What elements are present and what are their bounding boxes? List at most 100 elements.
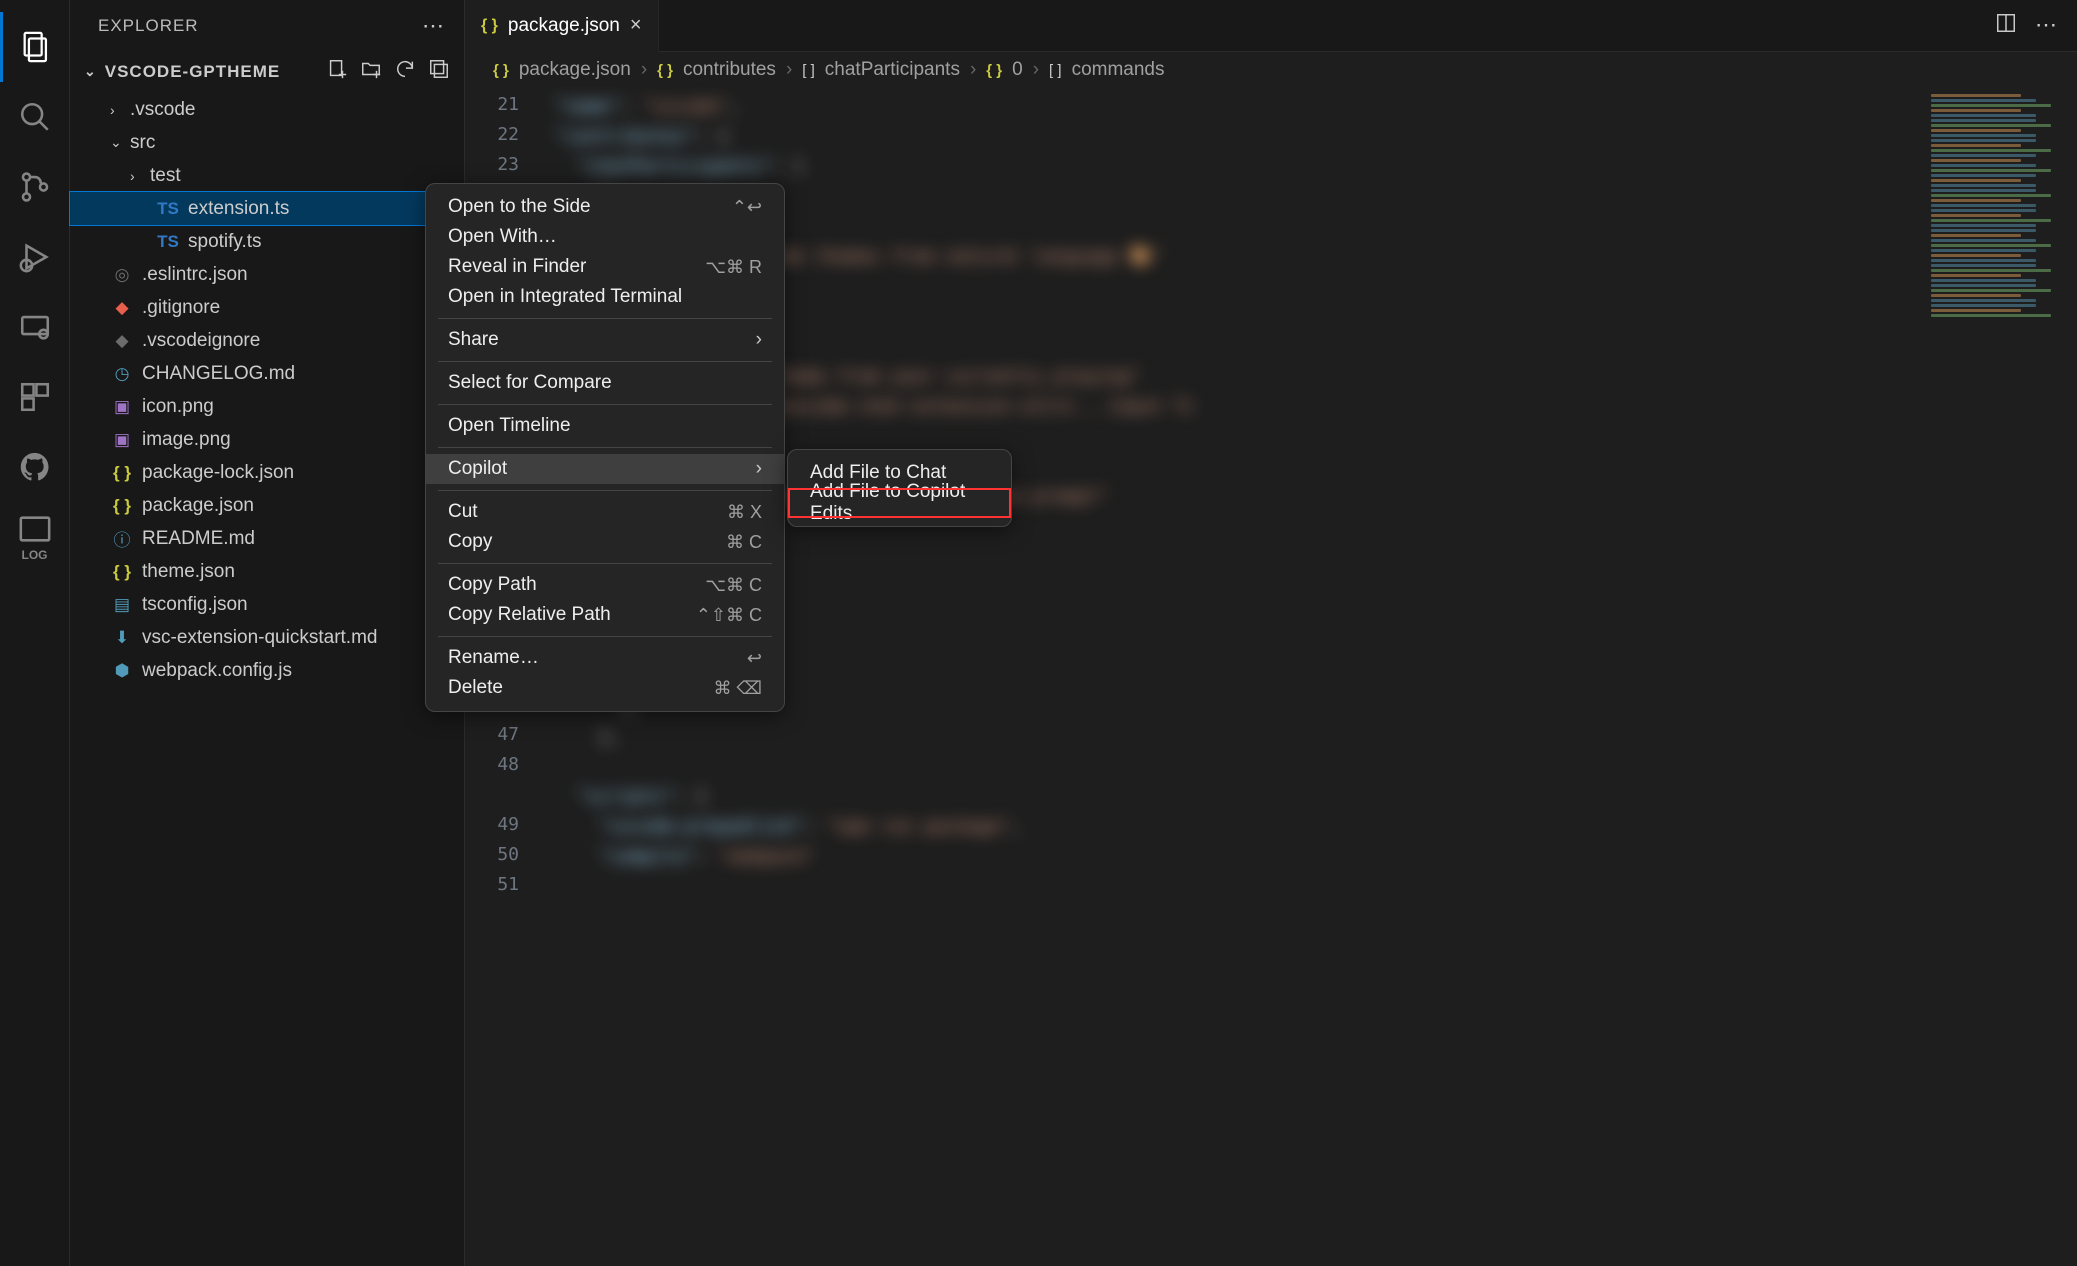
menu-item-label: Open to the Side [448,196,591,218]
breadcrumb-item[interactable]: 0 [1012,59,1023,81]
breadcrumb-item[interactable]: contributes [683,59,776,81]
menu-item-label: Rename… [448,647,539,669]
menu-item-label: Open Timeline [448,415,571,437]
tree-item-theme-json[interactable]: { }theme.json [70,555,464,588]
activity-source-control-icon[interactable] [0,152,70,222]
tree-item-label: image.png [142,429,231,451]
tree-item-label: package-lock.json [142,462,294,484]
sidebar-more-icon[interactable]: ⋯ [422,13,446,39]
menu-item-label: Delete [448,677,503,699]
breadcrumb-item[interactable]: commands [1072,59,1165,81]
tree-item-tsconfig-json[interactable]: ▤ tsconfig.json [70,588,464,621]
menu-item-copy-path[interactable]: Copy Path⌥⌘ C [426,570,784,600]
file-icon: ◎ [110,265,134,285]
file-icon: ▤ [110,595,134,615]
array-icon: [ ] [802,62,815,79]
breadcrumbs[interactable]: { } package.json › { } contributes › [ ]… [465,52,2077,88]
tree-item-readme-md[interactable]: ⓘREADME.md [70,522,464,555]
tree-item--eslintrc-json[interactable]: ◎ .eslintrc.json [70,258,464,291]
file-icon: ◷ [110,364,134,384]
tree-item-extension-ts[interactable]: TSextension.ts [70,192,464,225]
menu-shortcut: ⌘ ⌫ [714,678,762,699]
line-number: 49 [465,810,519,840]
new-folder-icon[interactable] [360,58,382,85]
menu-item-copilot[interactable]: Copilot › [426,454,784,484]
menu-item-delete[interactable]: Delete ⌘ ⌫ [426,673,784,703]
chevron-right-icon: › [756,458,762,480]
menu-item-select-for-compare[interactable]: Select for Compare [426,368,784,398]
menu-shortcut: ⌃↩ [732,197,762,218]
json-icon: { } [657,62,673,79]
menu-item-label: Copy Path [448,574,537,596]
tree-item--vscode[interactable]: ›.vscode [70,93,464,126]
menu-item-copy[interactable]: Copy⌘ C [426,527,784,557]
menu-item-label: Cut [448,501,478,523]
line-number: 23 [465,150,519,180]
menu-item-label: Add File to Copilot Edits [810,481,989,525]
menu-shortcut: ⌘ C [726,532,762,553]
menu-item-add-file-to-copilot-edits[interactable]: Add File to Copilot Edits [788,488,1011,518]
tree-item-label: .eslintrc.json [142,264,248,286]
file-icon: { } [110,562,134,582]
tree-item-vsc-extension-quickstart-md[interactable]: ⬇vsc-extension-quickstart.md [70,621,464,654]
minimap[interactable] [1927,88,2077,1266]
tree-item-label: test [150,165,181,187]
activity-search-icon[interactable] [0,82,70,152]
menu-item-reveal-in-finder[interactable]: Reveal in Finder⌥⌘ R [426,252,784,282]
tree-item-image-png[interactable]: ▣image.png [70,423,464,456]
menu-item-share[interactable]: Share› [426,325,784,355]
tree-item-label: tsconfig.json [142,594,248,616]
tree-item-label: package.json [142,495,254,517]
tree-item-label: spotify.ts [188,231,262,253]
menu-item-open-with-[interactable]: Open With… [426,222,784,252]
more-actions-icon[interactable]: ⋯ [2035,12,2057,40]
menu-item-label: Select for Compare [448,372,612,394]
menu-item-label: Share [448,329,499,351]
menu-item-label: Copilot [448,458,507,480]
tree-item-test[interactable]: ›test [70,159,464,192]
menu-item-copy-relative-path[interactable]: Copy Relative Path⌃⇧⌘ C [426,600,784,630]
activity-log-icon[interactable]: LOG [0,502,70,572]
tree-item-spotify-ts[interactable]: TSspotify.ts [70,225,464,258]
json-icon: { } [481,17,498,35]
menu-item-open-to-the-side[interactable]: Open to the Side ⌃↩ [426,192,784,222]
tree-item-label: .gitignore [142,297,220,319]
tree-item-package-lock-json[interactable]: { }package-lock.json [70,456,464,489]
menu-item-open-timeline[interactable]: Open Timeline [426,411,784,441]
tree-item-src[interactable]: ⌄src [70,126,464,159]
tree-item-label: vsc-extension-quickstart.md [142,627,377,649]
breadcrumb-item[interactable]: chatParticipants [825,59,960,81]
new-file-icon[interactable] [326,58,348,85]
collapse-all-icon[interactable] [428,58,450,85]
tab-package-json[interactable]: { } package.json × [465,0,659,52]
menu-item-rename-[interactable]: Rename…↩ [426,643,784,673]
menu-separator [438,563,772,564]
tree-item-webpack-config-js[interactable]: ⬢webpack.config.js [70,654,464,687]
tree-item--gitignore[interactable]: ◆.gitignore [70,291,464,324]
breadcrumb-item[interactable]: package.json [519,59,631,81]
activity-remote-icon[interactable] [0,292,70,362]
activity-github-icon[interactable] [0,432,70,502]
line-number: 48 [465,750,519,780]
menu-separator [438,636,772,637]
activity-extensions-icon[interactable] [0,362,70,432]
menu-item-cut[interactable]: Cut⌘ X [426,497,784,527]
menu-item-open-in-integrated-terminal[interactable]: Open in Integrated Terminal [426,282,784,312]
section-label: VSCODE-GPTHEME [105,62,326,82]
refresh-icon[interactable] [394,58,416,85]
split-editor-icon[interactable] [1995,12,2017,40]
tree-item-package-json[interactable]: { } package.json [70,489,464,522]
tree-item-changelog-md[interactable]: ◷CHANGELOG.md [70,357,464,390]
explorer-section-header[interactable]: ⌄ VSCODE-GPTHEME [70,52,464,91]
tree-item-label: src [130,132,155,154]
tree-item--vscodeignore[interactable]: ◆.vscodeignore [70,324,464,357]
close-icon[interactable]: × [630,14,642,37]
file-icon: ◆ [110,331,134,351]
tree-item-icon-png[interactable]: ▣icon.png [70,390,464,423]
tree-item-label: icon.png [142,396,214,418]
activity-run-debug-icon[interactable] [0,222,70,292]
file-icon: { } [110,496,134,516]
activity-explorer-icon[interactable] [0,12,70,82]
activity-bar: LOG [0,0,70,1266]
sidebar-title: Explorer [98,16,199,36]
